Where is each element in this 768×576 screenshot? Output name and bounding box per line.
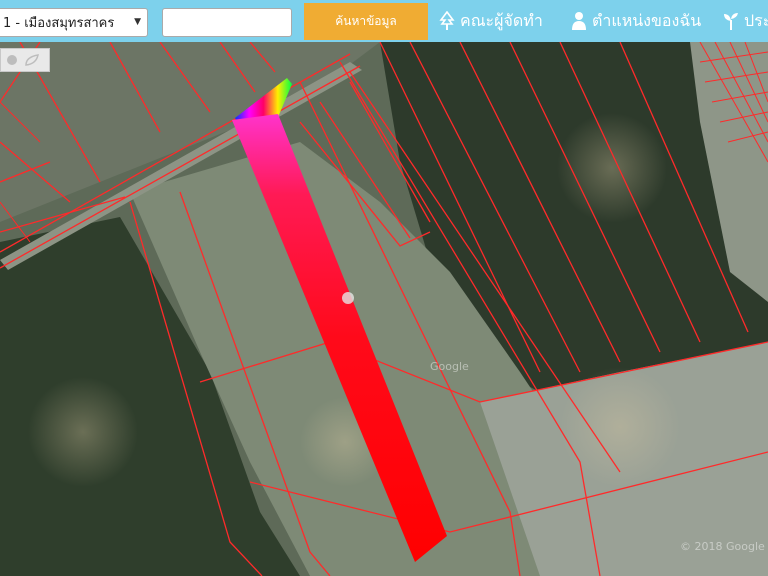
tree-icon xyxy=(439,11,455,30)
map-watermark: Google xyxy=(430,360,469,373)
top-navigation-bar: 1 - เมืองสมุทรสาคร ▼ ค้นหาข้อมูล คณะผู้จ… xyxy=(0,0,768,42)
haze-spot xyxy=(560,367,680,487)
leaf-tool-icon xyxy=(25,54,39,66)
haze-spot xyxy=(28,377,138,487)
satellite-map[interactable]: Google © 2018 Google xyxy=(0,42,768,576)
nav-link-team-label: คณะผู้จัดทำ xyxy=(460,10,543,30)
map-canvas[interactable] xyxy=(0,42,768,576)
map-copyright: © 2018 Google xyxy=(680,540,765,553)
search-input[interactable] xyxy=(162,8,292,37)
circle-tool-icon xyxy=(7,55,17,65)
haze-spot xyxy=(557,113,667,223)
nav-link-my-location[interactable]: ตำแหน่งของฉัน xyxy=(570,0,701,42)
map-tools xyxy=(0,48,50,72)
nav-link-my-location-label: ตำแหน่งของฉัน xyxy=(592,10,702,30)
nav-link-more-label: ประ xyxy=(744,10,768,30)
person-icon xyxy=(572,12,586,30)
location-marker[interactable] xyxy=(342,292,354,304)
search-button[interactable]: ค้นหาข้อมูล xyxy=(304,3,428,40)
nav-link-more[interactable]: ประ xyxy=(722,0,768,42)
sprout-icon xyxy=(724,13,738,30)
district-select[interactable]: 1 - เมืองสมุทรสาคร ▼ xyxy=(0,8,148,37)
map-app: 1 - เมืองสมุทรสาคร ▼ ค้นหาข้อมูล คณะผู้จ… xyxy=(0,0,768,576)
chevron-down-icon: ▼ xyxy=(134,17,141,27)
leaf-tool-button[interactable] xyxy=(25,53,39,67)
circle-tool-button[interactable] xyxy=(5,53,19,67)
district-select-value: 1 - เมืองสมุทรสาคร xyxy=(3,16,115,31)
nav-link-team[interactable]: คณะผู้จัดทำ xyxy=(438,0,543,42)
